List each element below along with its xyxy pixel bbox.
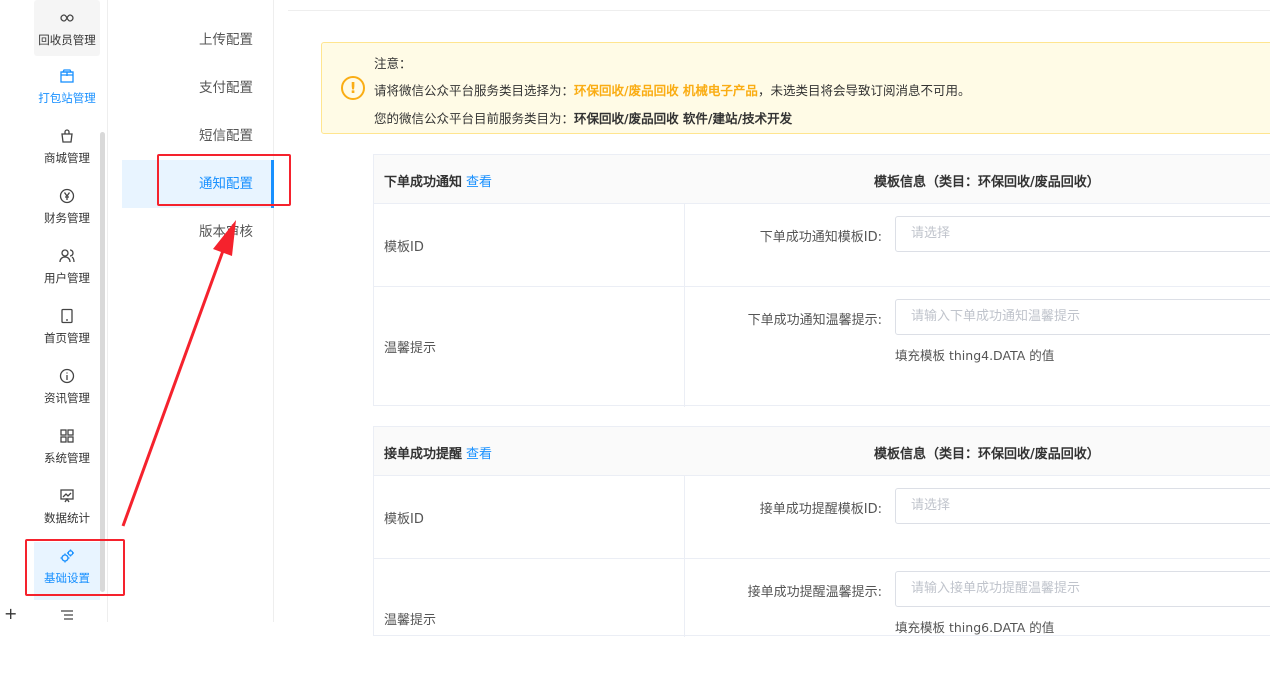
row-label: 模板ID	[384, 240, 424, 255]
nav-item-stats[interactable]: 数据统计	[34, 482, 100, 540]
chart-icon	[57, 488, 77, 508]
tip-row: 温馨提示 下单成功通知温馨提示: 请输入下单成功通知温馨提示 填充模板 thin…	[374, 287, 1270, 405]
section-title: 接单成功提醒	[384, 447, 463, 462]
section-header: 下单成功通知 查看 模板信息（类目：环保回收/废品回收）	[374, 155, 1270, 204]
accept-order-section: 接单成功提醒 查看 模板信息（类目：环保回收/废品回收） 模板ID 接单成功提醒模…	[373, 426, 1270, 637]
nav-label: 首页管理	[44, 331, 90, 345]
nav-item-packing-station[interactable]: 打包站管理	[34, 62, 100, 120]
order-success-section: 下单成功通知 查看 模板信息（类目：环保回收/废品回收） 模板ID 下单成功通知模…	[373, 154, 1270, 407]
row-label: 温馨提示	[384, 341, 437, 356]
nav-label: 回收员管理	[38, 33, 96, 47]
alert-line-current-category: 您的微信公众平台目前服务类目为：环保回收/废品回收 软件/建站/技术开发	[374, 111, 793, 126]
nav-item-mall[interactable]: 商城管理	[34, 122, 100, 180]
template-id-select[interactable]: 请选择	[895, 216, 1270, 252]
template-id-row: 模板ID 接单成功提醒模板ID: 请选择	[374, 476, 1270, 559]
bag-icon	[57, 128, 77, 148]
nav-item-news[interactable]: 资讯管理	[34, 362, 100, 420]
sub-sidebar: 上传配置 支付配置 短信配置 通知配置 版本审核	[122, 0, 274, 622]
row-label: 模板ID	[384, 512, 424, 527]
annotation-box-notification	[157, 154, 291, 206]
tablet-icon	[57, 308, 77, 328]
tip-input[interactable]: 请输入下单成功通知温馨提示	[895, 299, 1270, 335]
grid-icon	[57, 428, 77, 448]
left-gutter	[0, 0, 26, 622]
view-link[interactable]: 查看	[466, 175, 492, 190]
row-label: 温馨提示	[384, 613, 437, 628]
nav-label: 系统管理	[44, 451, 90, 465]
yen-icon	[57, 188, 77, 208]
field-label: 接单成功提醒温馨提示:	[747, 585, 882, 600]
alert-line-required-category: 请将微信公众平台服务类目选择为：环保回收/废品回收 机械电子产品，未选类目将会导…	[374, 83, 971, 98]
template-info: 模板信息（类目：环保回收/废品回收）	[874, 447, 1100, 462]
nav-item-users[interactable]: 用户管理	[34, 242, 100, 300]
header-divider	[288, 10, 1270, 11]
nav-label: 商城管理	[44, 151, 90, 165]
field-label: 接单成功提醒模板ID:	[759, 502, 882, 517]
template-info: 模板信息（类目：环保回收/废品回收）	[874, 175, 1100, 190]
infinity-icon	[57, 10, 77, 30]
current-category: 环保回收/废品回收 软件/建站/技术开发	[574, 111, 793, 126]
nav-item-system[interactable]: 系统管理	[34, 422, 100, 480]
nav-label: 用户管理	[44, 271, 90, 285]
alert-title: 注意：	[374, 56, 412, 71]
section-header: 接单成功提醒 查看 模板信息（类目：环保回收/废品回收）	[374, 427, 1270, 476]
add-icon[interactable]: +	[4, 604, 17, 623]
template-id-row: 模板ID 下单成功通知模板ID: 请选择	[374, 204, 1270, 287]
nav-item-finance[interactable]: 财务管理	[34, 182, 100, 240]
field-label: 下单成功通知温馨提示:	[747, 313, 882, 328]
sub-item-sms[interactable]: 短信配置	[122, 112, 274, 160]
nav-label: 打包站管理	[38, 91, 96, 105]
required-category: 环保回收/废品回收 机械电子产品	[574, 83, 758, 98]
nav-label: 资讯管理	[44, 391, 90, 405]
field-hint: 填充模板 thing4.DATA 的值	[895, 348, 1055, 363]
field-hint: 填充模板 thing6.DATA 的值	[895, 620, 1055, 635]
package-icon	[57, 68, 77, 88]
nav-label: 财务管理	[44, 211, 90, 225]
sidebar-scrollbar[interactable]	[100, 132, 105, 592]
tip-row: 温馨提示 接单成功提醒温馨提示: 请输入接单成功提醒温馨提示 填充模板 thin…	[374, 559, 1270, 677]
info-icon	[57, 368, 77, 388]
section-title: 下单成功通知	[384, 175, 463, 190]
nav-item-recycler[interactable]: 回收员管理	[34, 0, 100, 56]
field-label: 下单成功通知模板ID:	[759, 230, 882, 245]
tip-input[interactable]: 请输入接单成功提醒温馨提示	[895, 571, 1270, 607]
view-link[interactable]: 查看	[466, 447, 492, 462]
sub-item-upload[interactable]: 上传配置	[122, 16, 274, 64]
list-icon	[57, 608, 77, 622]
sub-item-version-review[interactable]: 版本审核	[122, 208, 274, 256]
warning-icon: !	[341, 76, 365, 100]
template-id-select[interactable]: 请选择	[895, 488, 1270, 524]
users-icon	[57, 248, 77, 268]
nav-item-more[interactable]	[34, 604, 100, 622]
sub-item-payment[interactable]: 支付配置	[122, 64, 274, 112]
notice-alert: ! 注意： 请将微信公众平台服务类目选择为：环保回收/废品回收 机械电子产品，未…	[321, 42, 1270, 134]
nav-item-home[interactable]: 首页管理	[34, 302, 100, 360]
nav-label: 数据统计	[44, 511, 90, 525]
annotation-box-basic-settings	[25, 539, 125, 596]
